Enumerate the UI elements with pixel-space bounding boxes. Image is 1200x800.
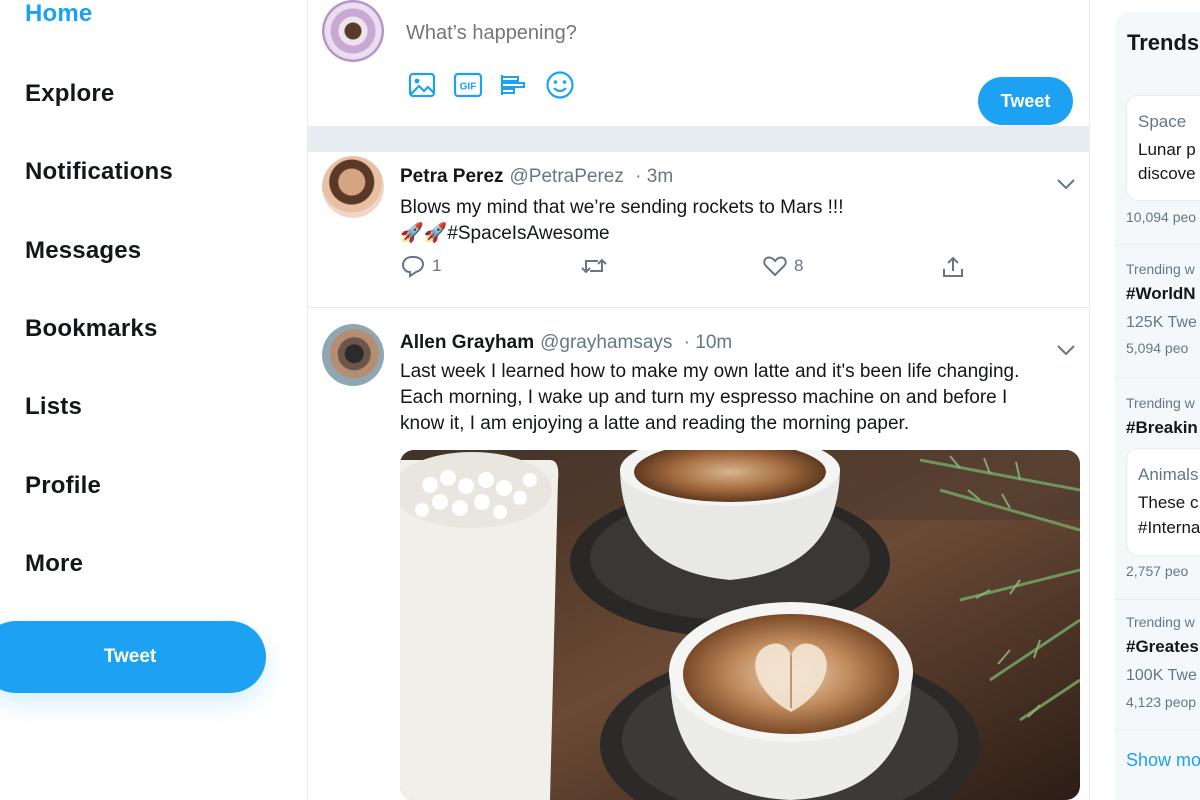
trend-text: discove [1138, 164, 1196, 183]
trend-category: Trending w [1126, 614, 1195, 630]
trend-count: 2,757 peo [1126, 563, 1189, 579]
nav-item-notifications[interactable]: Notifications [25, 158, 173, 186]
trend-tweet-count: 100K Twe [1126, 667, 1197, 684]
show-more-link[interactable]: Show mo [1126, 750, 1200, 771]
trend-card[interactable]: Animals These c #Interna [1126, 448, 1200, 556]
tweet-author-handle[interactable]: @grayhamsays [540, 332, 672, 353]
share-button[interactable] [940, 254, 966, 280]
nav-item-bookmarks[interactable]: Bookmarks [25, 315, 158, 343]
timeline-divider [308, 126, 1089, 152]
nav-item-lists[interactable]: Lists [25, 393, 82, 421]
chevron-down-icon[interactable] [1055, 176, 1077, 192]
tweet-text-line: know it, I am enjoying a latte and readi… [400, 413, 910, 434]
tweet-author-handle[interactable]: @PetraPerez [510, 166, 624, 187]
tweet-text-line: Last week I learned how to make my own l… [400, 361, 1020, 382]
trend-text: #Interna [1138, 518, 1200, 537]
reply-icon [401, 256, 425, 278]
nav-item-messages[interactable]: Messages [25, 237, 141, 265]
tweet[interactable]: Petra Perez @PetraPerez · 3m Blows my min… [308, 152, 1089, 308]
trend-hashtag[interactable]: #WorldN [1126, 284, 1196, 304]
tweet-text: Last week I learned how to make my own l… [400, 359, 1080, 437]
image-icon[interactable] [406, 70, 438, 100]
heart-icon [763, 256, 787, 277]
compose-tweet-button[interactable]: Tweet [978, 77, 1073, 125]
compose-box: GIF Tweet [308, 0, 1089, 126]
nav-item-profile[interactable]: Profile [25, 472, 101, 500]
gif-icon-label: GIF [460, 82, 477, 93]
divider [1115, 729, 1200, 730]
tweet-timestamp[interactable]: · 10m [684, 332, 733, 353]
trend-hashtag[interactable]: #Breakin [1126, 418, 1198, 438]
trend-category: Space [1138, 112, 1187, 131]
retweet-icon [581, 258, 607, 274]
emoji-icon[interactable] [544, 70, 576, 100]
gif-icon[interactable]: GIF [452, 70, 484, 100]
tweet-media-image[interactable] [400, 450, 1080, 800]
trend-text: These c [1138, 493, 1199, 512]
tweet-text-line: 🚀🚀#SpaceIsAwesome [400, 223, 610, 244]
trends-title: Trends [1127, 30, 1200, 55]
tweet[interactable]: Allen Grayham @grayhamsays · 10m Last wee… [308, 312, 1089, 800]
divider [1115, 244, 1200, 245]
reply-count: 1 [432, 256, 442, 275]
trend-text: Lunar p [1138, 140, 1196, 159]
like-button[interactable]: 8 [762, 254, 803, 278]
trends-panel: Trends Space Lunar p discove 10,094 peo … [1115, 12, 1200, 800]
nav-item-explore[interactable]: Explore [25, 80, 114, 108]
nav-tweet-button[interactable]: Tweet [0, 621, 266, 693]
share-icon [943, 256, 963, 277]
trend-category: Trending w [1126, 261, 1195, 277]
tweet-text-line: Blows my mind that we’re sending rockets… [400, 197, 844, 218]
tweet-actions: 1 8 [400, 254, 970, 294]
trend-tweet-count: 125K Twe [1126, 314, 1197, 331]
latte-photo [400, 450, 1080, 800]
tweet-author-name[interactable]: Petra Perez [400, 166, 504, 187]
compose-input[interactable] [406, 22, 906, 45]
like-count: 8 [794, 256, 804, 275]
nav-item-home[interactable]: Home [25, 0, 92, 28]
avatar[interactable] [322, 324, 384, 386]
poll-icon[interactable] [498, 70, 530, 100]
avatar[interactable] [322, 156, 384, 218]
trend-category: Animals [1138, 465, 1199, 484]
tweet-author-name[interactable]: Allen Grayham [400, 332, 534, 353]
tweet-text: Blows my mind that we’re sending rockets… [400, 195, 1080, 247]
user-avatar[interactable] [322, 0, 384, 62]
retweet-button[interactable] [580, 254, 614, 278]
primary-navigation: Home Explore Notifications Messages Book… [0, 0, 305, 800]
timeline: GIF Tweet Petra Perez @PetraPerez · 3m Bl… [307, 0, 1090, 800]
tweet-header: Petra Perez @PetraPerez · 3m [400, 166, 673, 188]
tweet-text-line: Each morning, I wake up and turn my espr… [400, 387, 1008, 408]
divider [1115, 377, 1200, 378]
trend-category: Trending w [1126, 395, 1195, 411]
trend-count: 5,094 peo [1126, 340, 1189, 356]
tweet-timestamp[interactable]: · 3m [635, 166, 673, 187]
chevron-down-icon[interactable] [1055, 342, 1077, 358]
trend-count: 4,123 peop [1126, 694, 1197, 710]
trend-hashtag[interactable]: #Greates [1126, 637, 1199, 657]
reply-button[interactable]: 1 [400, 254, 441, 278]
trend-card[interactable]: Space Lunar p discove [1126, 95, 1200, 201]
trend-count: 10,094 peo [1126, 209, 1197, 225]
nav-tweet-label: Tweet [103, 646, 157, 667]
divider [1115, 599, 1200, 600]
tweet-header: Allen Grayham @grayhamsays · 10m [400, 332, 732, 354]
nav-item-more[interactable]: More [25, 550, 83, 578]
compose-toolbar: GIF [406, 70, 576, 100]
